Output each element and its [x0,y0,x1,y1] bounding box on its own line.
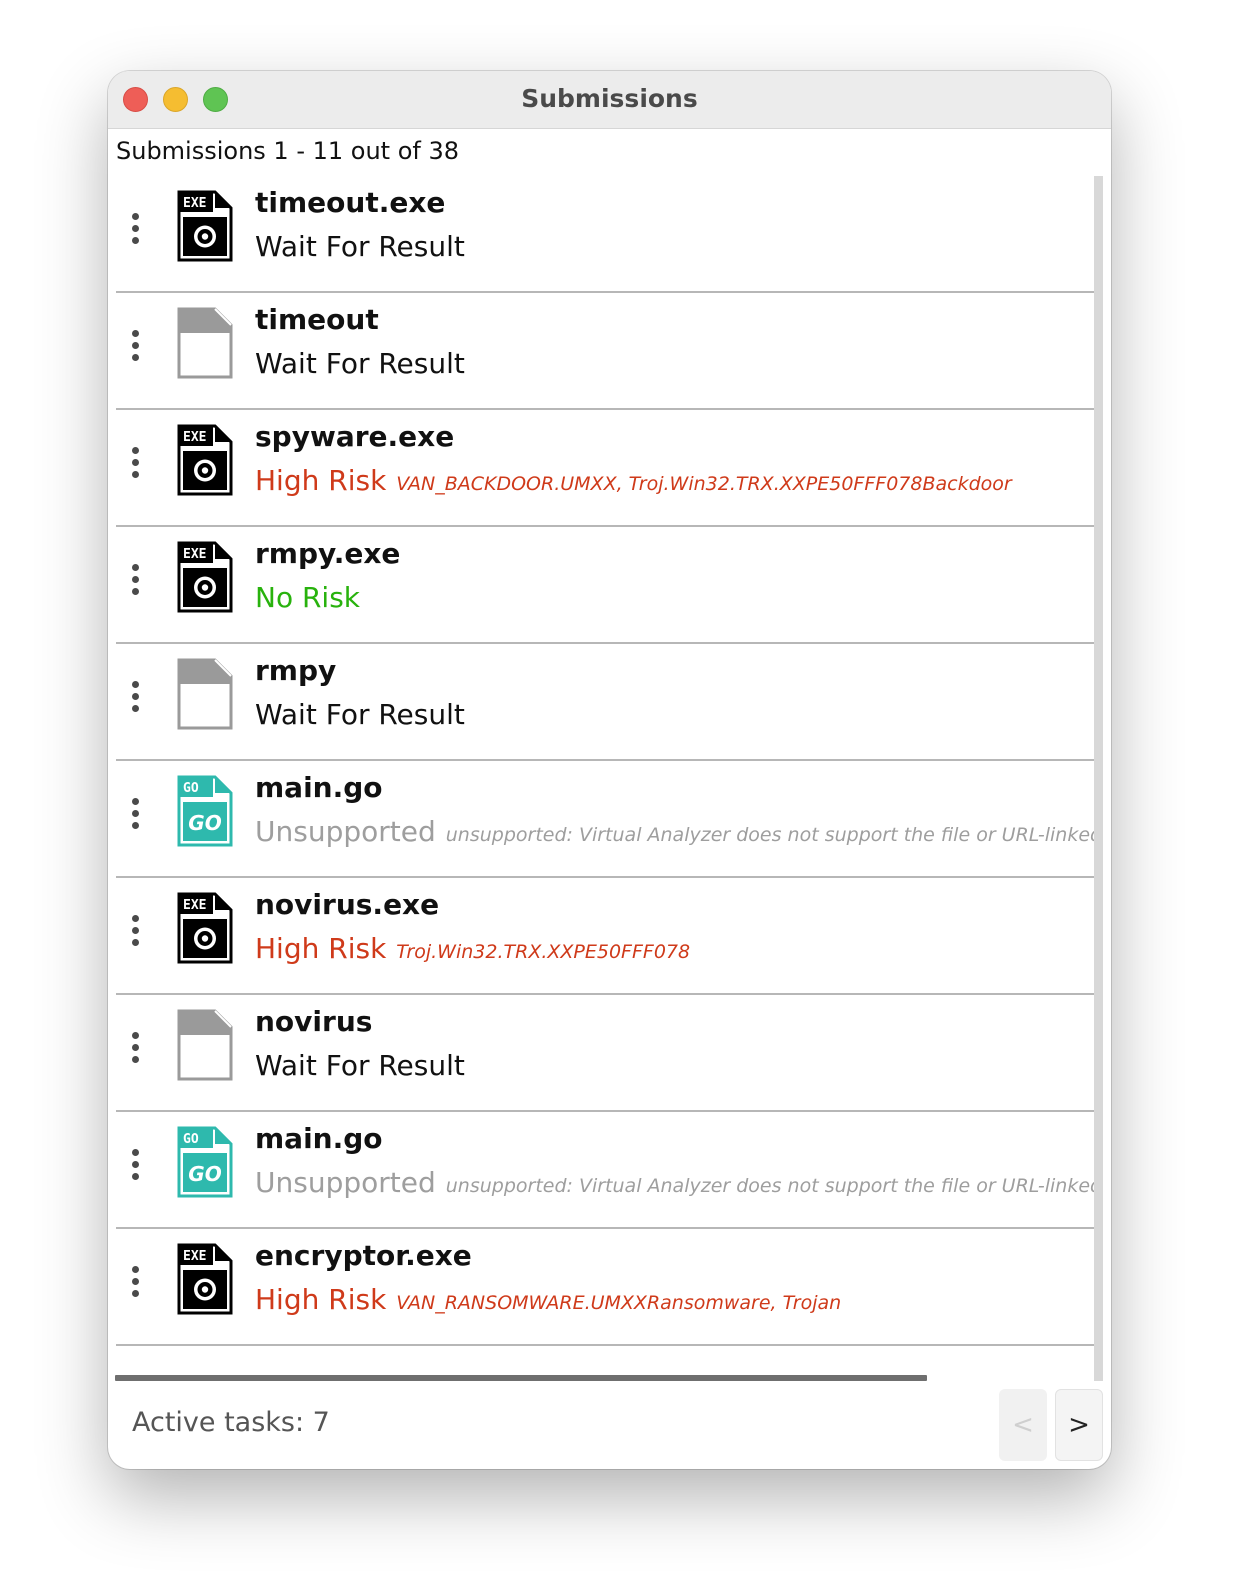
submission-row[interactable]: EXE timeout.exe Wait For Result [116,176,1103,293]
status-line: Wait For Result [255,698,465,731]
exe-badge-text: EXE [183,1249,206,1264]
file-name: main.go [255,1122,383,1155]
more-options-icon[interactable] [132,1032,140,1064]
more-options-icon[interactable] [132,798,140,830]
file-name: timeout [255,303,379,336]
blank-file-icon [177,307,233,379]
more-options-icon[interactable] [132,564,140,596]
status-line: Wait For Result [255,347,465,380]
status-line: Wait For Result [255,230,465,263]
status-line: No Risk [255,581,360,614]
unsupported-detail: unsupported: Virtual Analyzer does not s… [445,824,1103,846]
go-logo-text: GO [188,811,221,835]
threat-detail: VAN_RANSOMWARE.UMXXRansomware, Trojan [396,1292,842,1314]
status-line: Unsupported unsupported: Virtual Analyzer… [255,815,1103,848]
horizontal-scrollbar[interactable] [115,1375,927,1381]
status-line: Wait For Result [255,1049,465,1082]
file-name: main.go [255,771,383,804]
blank-file-icon [177,1009,233,1081]
submission-row[interactable]: EXE spyware.exe High Risk VAN_BACKDOOR.UM… [116,410,1103,527]
unsupported-detail: unsupported: Virtual Analyzer does not s… [445,1175,1103,1197]
go-logo-text: GO [188,1162,221,1186]
status-line: High Risk VAN_RANSOMWARE.UMXXRansomware, … [255,1283,841,1316]
threat-detail: Troj.Win32.TRX.XXPE50FFF078 [396,941,691,963]
submission-row[interactable]: timeout Wait For Result [116,293,1103,410]
exe-badge-text: EXE [183,547,206,562]
file-name: novirus [255,1005,373,1038]
previous-page-button[interactable]: < [999,1389,1047,1461]
submission-row[interactable]: EXE rmpy.exe No Risk [116,527,1103,644]
submissions-count: Submissions 1 - 11 out of 38 [116,137,460,165]
status-text: Wait For Result [255,230,465,263]
exe-file-icon: EXE [177,1243,233,1315]
submission-row[interactable]: EXE novirus.exe High Risk Troj.Win32.TRX.… [116,878,1103,995]
submission-row[interactable]: GO GO main.go Unsupported unsupported: Vi… [116,761,1103,878]
status-text: High Risk [255,1283,387,1316]
exe-file-icon: EXE [177,892,233,964]
exe-file-icon: EXE [177,424,233,496]
next-page-button[interactable]: > [1055,1389,1103,1461]
go-badge-text: GO [183,781,199,796]
status-text: Wait For Result [255,1049,465,1082]
threat-detail: VAN_BACKDOOR.UMXX, Troj.Win32.TRX.XXPE50… [396,473,1012,495]
submission-row[interactable]: rmpy Wait For Result [116,644,1103,761]
more-options-icon[interactable] [132,1266,140,1298]
status-line: High Risk VAN_BACKDOOR.UMXX, Troj.Win32.T… [255,464,1012,497]
status-text: No Risk [255,581,361,614]
status-text: Wait For Result [255,698,465,731]
status-text: Unsupported [255,1166,436,1199]
file-name: rmpy.exe [255,537,401,570]
title-bar: Submissions [108,71,1111,129]
status-text: Unsupported [255,815,436,848]
status-text: High Risk [255,464,387,497]
exe-file-icon: EXE [177,541,233,613]
more-options-icon[interactable] [132,915,140,947]
file-name: rmpy [255,654,337,687]
exe-file-icon: EXE [177,190,233,262]
go-file-icon: GO GO [177,775,233,847]
more-options-icon[interactable] [132,1149,140,1181]
submission-row[interactable]: GO GO main.go Unsupported unsupported: Vi… [116,1112,1103,1229]
file-name: novirus.exe [255,888,440,921]
vertical-scrollbar[interactable] [1094,176,1103,1381]
exe-badge-text: EXE [183,898,206,913]
window-title: Submissions [521,84,698,113]
submission-row[interactable]: novirus Wait For Result [116,995,1103,1112]
blank-file-icon [177,658,233,730]
go-badge-text: GO [183,1132,199,1147]
file-name: spyware.exe [255,420,455,453]
file-name: encryptor.exe [255,1239,472,1272]
exe-badge-text: EXE [183,430,206,445]
status-text: Wait For Result [255,347,465,380]
more-options-icon[interactable] [132,213,140,245]
more-options-icon[interactable] [132,330,140,362]
submission-row[interactable]: EXE encryptor.exe High Risk VAN_RANSOMWAR… [116,1229,1103,1346]
active-tasks-label: Active tasks: 7 [132,1407,330,1438]
submissions-window: Submissions Submissions 1 - 11 out of 38… [108,71,1111,1469]
more-options-icon[interactable] [132,447,140,479]
exe-badge-text: EXE [183,196,206,211]
go-file-icon: GO GO [177,1126,233,1198]
more-options-icon[interactable] [132,681,140,713]
status-text: High Risk [255,932,387,965]
status-line: High Risk Troj.Win32.TRX.XXPE50FFF078 [255,932,690,965]
status-line: Unsupported unsupported: Virtual Analyzer… [255,1166,1103,1199]
submissions-list: EXE timeout.exe Wait For Result timeout … [116,176,1103,1381]
file-name: timeout.exe [255,186,446,219]
